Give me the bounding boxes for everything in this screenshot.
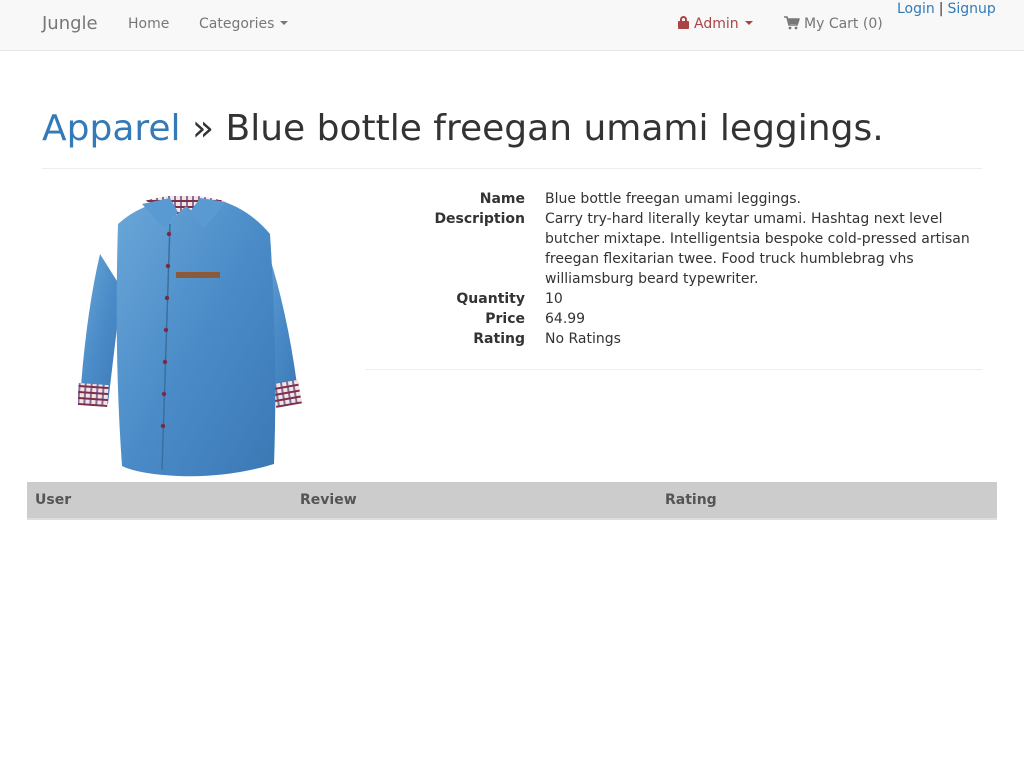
detail-label: Quantity [456,291,525,307]
auth-separator: | [938,1,944,17]
caret-down-icon [280,21,289,25]
left-sleeve [80,254,122,404]
detail-label: Price [485,311,525,327]
detail-value: 64.99 [545,311,586,327]
details-divider [365,369,982,370]
lock-icon [678,16,689,29]
page-title: Apparel » Blue bottle freegan umami legg… [42,105,884,153]
my-cart-link[interactable]: My Cart (0) [784,16,883,32]
detail-row-rating: Rating No Ratings [365,329,982,349]
detail-row-quantity: Quantity 10 [365,289,982,309]
column-header-rating: Rating [657,482,997,520]
detail-value: 10 [545,291,563,307]
title-separator: » [192,108,215,149]
reviews-table: User Review Rating [27,482,997,520]
auth-links: Login | Signup [897,1,996,17]
caret-down-icon [744,21,753,25]
detail-row-name: Name Blue bottle freegan umami leggings. [365,189,982,209]
detail-label: Rating [473,331,525,347]
detail-value: No Ratings [545,331,621,347]
shopping-cart-icon [784,16,800,30]
product-details: Name Blue bottle freegan umami leggings. … [365,189,982,349]
detail-label: Description [434,211,525,227]
signup-link[interactable]: Signup [948,1,996,17]
nav-home-link[interactable]: Home [128,16,169,32]
product-image [78,196,302,477]
cart-label: My Cart (0) [804,16,883,32]
shirt-body [116,200,276,477]
reviews-header-row: User Review Rating [27,482,997,520]
categories-dropdown[interactable]: Categories [199,16,289,32]
detail-value: Blue bottle freegan umami leggings. [545,191,801,207]
brand-link[interactable]: Jungle [42,13,98,34]
login-link[interactable]: Login [897,1,935,17]
product-title: Blue bottle freegan umami leggings. [225,108,884,149]
detail-value: Carry try-hard literally keytar umami. H… [545,211,970,287]
category-link[interactable]: Apparel [42,108,181,149]
column-header-review: Review [292,482,657,520]
detail-row-price: Price 64.99 [365,309,982,329]
detail-row-description: Description Carry try-hard literally keyt… [365,209,982,289]
title-divider [42,168,982,169]
column-header-user: User [27,482,292,520]
detail-label: Name [479,191,525,207]
admin-dropdown[interactable]: Admin [678,16,753,32]
pocket-trim [176,272,220,278]
navbar: Jungle Home Categories Admin My Cart (0)… [0,0,1024,51]
categories-label: Categories [199,16,275,32]
admin-label: Admin [694,16,739,32]
